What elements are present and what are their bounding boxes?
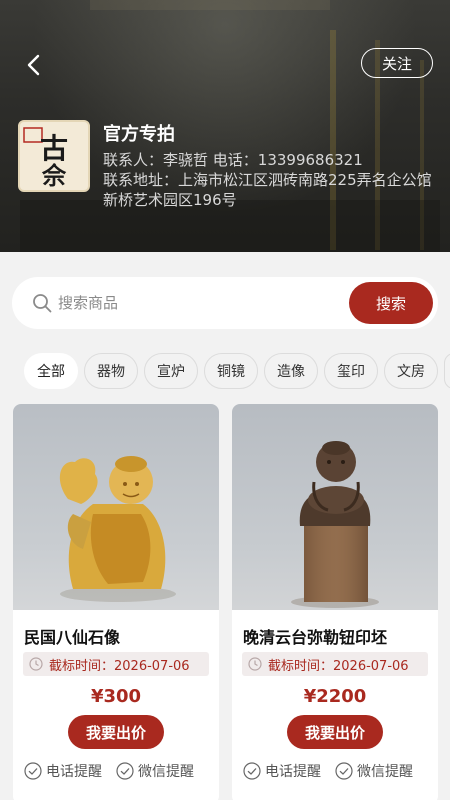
tab-objects[interactable]: 器物	[84, 353, 138, 389]
shop-logo-image: 古 佘	[23, 127, 68, 190]
product-card[interactable]: 民国八仙石像 截标时间：2026-07-06 ¥300 我要出价 电话提醒 微信…	[13, 404, 219, 800]
clock-icon	[29, 657, 43, 671]
tab-study-items[interactable]: 文房	[384, 353, 438, 389]
tab-seals[interactable]: 玺印	[324, 353, 378, 389]
wechat-reminder-label: 微信提醒	[357, 764, 413, 780]
search-button[interactable]: 搜索	[349, 282, 433, 324]
figure-image	[59, 456, 176, 602]
shop-info: 联系人：李骁哲 电话：13399686321 联系地址：上海市松江区泗砖南路22…	[103, 150, 433, 210]
deadline-badge: 截标时间：2026-07-06	[242, 652, 428, 676]
product-price: ¥300	[90, 686, 142, 707]
product-image	[232, 404, 438, 610]
wechat-reminder-label: 微信提醒	[138, 764, 194, 780]
bid-button[interactable]: 我要出价	[68, 715, 164, 749]
check-circle-icon	[116, 762, 134, 780]
shop-header: 关注 古 佘 官方专拍 联系人：李骁哲 电话：13399686321 联系地址：…	[0, 0, 450, 252]
deadline-badge: 截标时间：2026-07-06	[23, 652, 209, 676]
check-circle-icon	[335, 762, 353, 780]
category-tabs: 全部 器物 宣炉 铜镜 造像 玺印 文房	[24, 353, 450, 391]
wechat-reminder-toggle[interactable]: 微信提醒	[116, 761, 194, 781]
seal-image	[291, 441, 379, 608]
deadline-text: 截标时间：2026-07-06	[49, 658, 190, 674]
tab-bronze-mirror[interactable]: 铜镜	[204, 353, 258, 389]
search-bar: 搜索	[12, 277, 438, 329]
phone-reminder-label: 电话提醒	[265, 764, 321, 780]
bid-button[interactable]: 我要出价	[287, 715, 383, 749]
check-circle-icon	[24, 762, 42, 780]
phone-reminder-toggle[interactable]: 电话提醒	[24, 761, 102, 781]
tab-all[interactable]: 全部	[24, 353, 78, 389]
search-input[interactable]	[58, 289, 338, 317]
reminder-options: 电话提醒 微信提醒	[243, 761, 433, 781]
product-title: 民国八仙石像	[24, 628, 121, 647]
search-icon	[33, 294, 52, 313]
contact-line: 联系人：李骁哲 电话：13399686321	[103, 151, 363, 169]
deadline-text: 截标时间：2026-07-06	[268, 658, 409, 674]
tab-xuande-censer[interactable]: 宣炉	[144, 353, 198, 389]
wechat-reminder-toggle[interactable]: 微信提醒	[335, 761, 413, 781]
product-card[interactable]: 晚清云台弥勒钮印坯 截标时间：2026-07-06 ¥2200 我要出价 电话提…	[232, 404, 438, 800]
address-line: 联系地址：上海市松江区泗砖南路225弄名企公馆新桥艺术园区196号	[103, 171, 432, 209]
reminder-options: 电话提醒 微信提醒	[24, 761, 214, 781]
svg-text:佘: 佘	[41, 161, 67, 190]
product-image	[13, 404, 219, 610]
product-price: ¥2200	[303, 686, 367, 707]
follow-button[interactable]: 关注	[361, 48, 433, 78]
tab-more[interactable]	[444, 353, 450, 389]
back-button[interactable]	[18, 50, 48, 80]
phone-reminder-label: 电话提醒	[46, 764, 102, 780]
product-title: 晚清云台弥勒钮印坯	[243, 628, 388, 647]
shop-logo: 古 佘	[18, 120, 90, 192]
phone-reminder-toggle[interactable]: 电话提醒	[243, 761, 321, 781]
tab-statues[interactable]: 造像	[264, 353, 318, 389]
chevron-left-icon	[27, 54, 40, 76]
check-circle-icon	[243, 762, 261, 780]
clock-icon	[248, 657, 262, 671]
shop-name: 官方专拍	[103, 124, 175, 145]
background-shelf	[90, 0, 330, 10]
